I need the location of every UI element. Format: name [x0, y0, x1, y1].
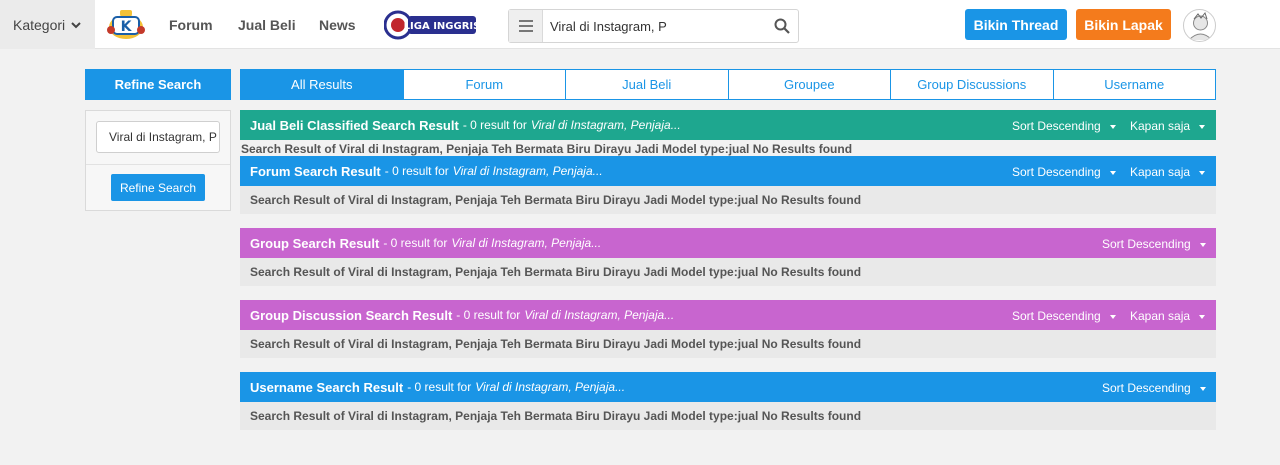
- section-header: Jual Beli Classified Search Result - 0 r…: [240, 110, 1216, 140]
- sort-dropdown[interactable]: Sort Descending: [1012, 119, 1116, 133]
- caret-down-icon: [1109, 124, 1116, 129]
- caret-down-icon: [1109, 170, 1116, 175]
- sort-dropdown[interactable]: Sort Descending: [1102, 381, 1206, 395]
- section-header: Username Search Result - 0 result for Vi…: [240, 372, 1216, 402]
- nav-jual-beli[interactable]: Jual Beli: [238, 17, 296, 33]
- group-discussion-result-section: Group Discussion Search Result - 0 resul…: [240, 300, 1216, 358]
- search-icon[interactable]: [774, 18, 790, 34]
- caret-down-icon: [1109, 314, 1116, 319]
- forum-result-section: Forum Search Result - 0 result for Viral…: [240, 156, 1216, 214]
- section-title: Group Search Result: [250, 235, 380, 251]
- no-results-message: Search Result of Viral di Instagram, Pen…: [240, 330, 1216, 358]
- time-filter-dropdown[interactable]: Kapan saja: [1130, 165, 1206, 179]
- search-bar[interactable]: Viral di Instagram, P: [508, 9, 799, 43]
- caret-down-icon: [1199, 386, 1206, 391]
- no-results-message: Search Result of Viral di Instagram, Pen…: [240, 402, 1216, 430]
- time-filter-dropdown[interactable]: Kapan saja: [1130, 309, 1206, 323]
- avatar-image-icon: [1188, 11, 1213, 41]
- section-header: Group Search Result - 0 result for Viral…: [240, 228, 1216, 258]
- section-title: Jual Beli Classified Search Result: [250, 117, 459, 133]
- caret-down-icon: [1199, 242, 1206, 247]
- menu-icon[interactable]: [509, 10, 543, 42]
- no-results-message: Search Result of Viral di Instagram, Pen…: [240, 258, 1216, 286]
- sort-dropdown[interactable]: Sort Descending: [1012, 309, 1116, 323]
- tab-username[interactable]: Username: [1053, 69, 1216, 100]
- tab-forum[interactable]: Forum: [403, 69, 566, 100]
- section-header: Group Discussion Search Result - 0 resul…: [240, 300, 1216, 330]
- nav-forum[interactable]: Forum: [169, 17, 213, 33]
- result-query: Viral di Instagram, Penjaja...: [451, 236, 602, 250]
- refine-search-panel: Viral di Instagram, P Refine Search: [85, 110, 231, 211]
- username-result-section: Username Search Result - 0 result for Vi…: [240, 372, 1216, 430]
- group-result-section: Group Search Result - 0 result for Viral…: [240, 228, 1216, 286]
- liga-inggris-logo[interactable]: LIGA INGGRIS: [384, 10, 478, 40]
- result-tabs: All Results Forum Jual Beli Groupee Grou…: [240, 69, 1216, 100]
- result-count: - 0 result for: [384, 164, 449, 178]
- refine-search-button[interactable]: Refine Search: [111, 174, 205, 201]
- section-header: Forum Search Result - 0 result for Viral…: [240, 156, 1216, 186]
- result-query: Viral di Instagram, Penjaja...: [452, 164, 603, 178]
- svg-text:K: K: [121, 19, 133, 35]
- search-input[interactable]: Viral di Instagram, P: [550, 19, 667, 34]
- tab-group-discussions[interactable]: Group Discussions: [891, 69, 1054, 100]
- result-query: Viral di Instagram, Penjaja...: [475, 380, 626, 394]
- sort-dropdown[interactable]: Sort Descending: [1102, 237, 1206, 251]
- result-count: - 0 result for: [383, 236, 448, 250]
- caret-down-icon: [1199, 124, 1206, 129]
- jual-beli-result-section: Jual Beli Classified Search Result - 0 r…: [240, 110, 1216, 156]
- no-results-message: Search Result of Viral di Instagram, Pen…: [241, 142, 853, 156]
- chevron-down-icon: [71, 21, 81, 28]
- divider: [86, 164, 230, 165]
- kategori-dropdown[interactable]: Kategori: [0, 0, 95, 49]
- tab-jual-beli[interactable]: Jual Beli: [566, 69, 729, 100]
- sort-dropdown[interactable]: Sort Descending: [1012, 165, 1116, 179]
- liga-inggris-text: LIGA INGGRIS: [404, 21, 478, 32]
- section-title: Group Discussion Search Result: [250, 307, 453, 323]
- tab-all-results[interactable]: All Results: [240, 69, 404, 100]
- time-filter-dropdown[interactable]: Kapan saja: [1130, 119, 1206, 133]
- result-query: Viral di Instagram, Penjaja...: [530, 118, 681, 132]
- refine-search-heading: Refine Search: [85, 69, 231, 100]
- kategori-label: Kategori: [13, 16, 66, 33]
- section-title: Username Search Result: [250, 379, 404, 395]
- avatar[interactable]: [1183, 9, 1216, 42]
- bikin-thread-button[interactable]: Bikin Thread: [965, 9, 1067, 40]
- no-results-message: Search Result of Viral di Instagram, Pen…: [240, 186, 1216, 214]
- section-title: Forum Search Result: [250, 163, 381, 179]
- refine-search-input[interactable]: Viral di Instagram, P: [96, 121, 220, 153]
- caret-down-icon: [1199, 314, 1206, 319]
- result-count: - 0 result for: [456, 308, 521, 322]
- result-count: - 0 result for: [462, 118, 527, 132]
- caret-down-icon: [1199, 170, 1206, 175]
- tab-groupee[interactable]: Groupee: [728, 69, 891, 100]
- result-count: - 0 result for: [407, 380, 472, 394]
- result-query: Viral di Instagram, Penjaja...: [524, 308, 675, 322]
- bikin-lapak-button[interactable]: Bikin Lapak: [1076, 9, 1171, 40]
- nav-news[interactable]: News: [319, 17, 356, 33]
- kaskus-logo-icon[interactable]: K: [105, 8, 147, 42]
- top-navbar: Kategori K Forum Jual Beli News LIGA ING…: [0, 0, 1280, 49]
